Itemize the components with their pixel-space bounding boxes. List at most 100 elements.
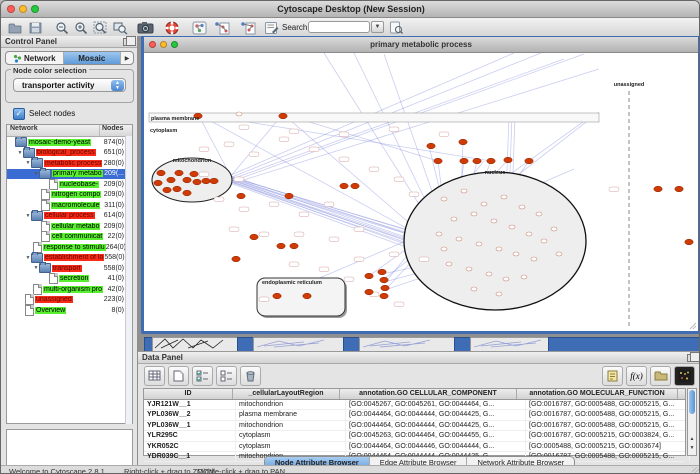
zoom-in-icon[interactable] xyxy=(72,20,89,35)
gene-node[interactable] xyxy=(173,186,181,192)
gene-node-small[interactable] xyxy=(451,217,457,221)
tree-row[interactable]: ▼biological_process651(0) xyxy=(7,148,132,159)
node-label-pill[interactable] xyxy=(609,187,619,192)
node-label-pill[interactable] xyxy=(309,147,319,152)
gene-node-small[interactable] xyxy=(551,227,557,231)
table-cell[interactable]: [GO:0044464, GO:0044444, GO:0044425, G..… xyxy=(346,410,526,419)
gene-node-small[interactable] xyxy=(531,257,537,261)
gene-node[interactable] xyxy=(380,277,388,283)
gene-node[interactable] xyxy=(285,193,293,199)
tree-header[interactable]: Network Nodes xyxy=(7,125,132,137)
gene-node-small[interactable] xyxy=(446,262,452,266)
tree-scrollbar[interactable] xyxy=(125,136,132,424)
tree-row[interactable]: unassigned223(0) xyxy=(7,295,132,306)
gene-node-small[interactable] xyxy=(476,242,482,246)
layout-b-icon[interactable] xyxy=(239,20,256,35)
tree-row[interactable]: multi-organism pro42(0) xyxy=(7,284,132,295)
node-label-pill[interactable] xyxy=(259,297,269,302)
zoom-fit-icon[interactable] xyxy=(92,20,109,35)
node-label-pill[interactable] xyxy=(354,227,364,232)
table-cell[interactable]: mitochondrion xyxy=(236,400,346,409)
table-row[interactable]: YLR295Ccytoplasm[GO:0045263, GO:0044464,… xyxy=(144,431,685,441)
table-row[interactable]: YPL036W__1mitochondrion[GO:0044464, GO:0… xyxy=(144,421,685,431)
tree-row[interactable]: Overview8(0) xyxy=(7,305,132,316)
node-label-pill[interactable] xyxy=(389,127,399,132)
gene-node-small[interactable] xyxy=(541,239,547,243)
tab-mosaic[interactable]: Mosaic xyxy=(64,52,122,64)
gene-node-small[interactable] xyxy=(471,287,477,291)
gene-node[interactable] xyxy=(237,193,245,199)
zoom-selected-icon[interactable] xyxy=(112,20,129,35)
gene-node[interactable] xyxy=(193,179,201,185)
table-scrollbar-arrows[interactable]: ▲▼ xyxy=(688,435,696,453)
title-bar[interactable]: Cytoscape Desktop (New Session) xyxy=(1,1,700,18)
network-frame-titlebar[interactable]: primary metabolic process xyxy=(144,37,698,53)
network-view-frame[interactable]: primary metabolic process plasma membran… xyxy=(141,36,700,334)
select-attributes-icon[interactable] xyxy=(192,366,213,386)
table-cell[interactable]: [GO:0045263, GO:0044464, GO:0044455, G..… xyxy=(346,431,526,440)
col-go-cellular-component[interactable]: annotation.GO CELLULAR_COMPONENT xyxy=(340,389,517,399)
node-label-pill[interactable] xyxy=(214,197,224,202)
gene-node-small[interactable] xyxy=(509,225,515,229)
zoom-out-icon[interactable] xyxy=(53,20,70,35)
gene-node-small[interactable] xyxy=(461,189,467,193)
network-canvas[interactable]: plasma membranecytoplasmmitochondrionnuc… xyxy=(144,53,698,331)
node-label-pill[interactable] xyxy=(394,177,404,182)
node-label-pill[interactable] xyxy=(269,202,279,207)
gene-node-small[interactable] xyxy=(466,267,472,271)
node-label-pill[interactable] xyxy=(239,125,249,130)
gene-node-small[interactable] xyxy=(519,205,525,209)
table-row[interactable]: YKR052Ccytoplasm[GO:0044464, GO:0044446,… xyxy=(144,442,685,452)
node-label-pill[interactable] xyxy=(234,177,244,182)
gene-node-small[interactable] xyxy=(521,275,527,279)
node-label-pill[interactable] xyxy=(289,129,299,134)
background-frame-thumbnail[interactable] xyxy=(359,337,456,351)
node-label-pill[interactable] xyxy=(354,257,364,262)
gene-node[interactable] xyxy=(154,180,162,186)
gene-node[interactable] xyxy=(277,243,285,249)
table-cell[interactable]: [GO:0044464, GO:0044446, GO:0044444, G..… xyxy=(346,442,526,451)
table-cell[interactable]: [GO:0016787, GO:0005488, GO:0005215, G..… xyxy=(526,410,690,419)
network-view-icon[interactable] xyxy=(191,20,208,35)
background-frame-thumbnail[interactable] xyxy=(152,337,239,351)
table-cell[interactable]: mitochondrion xyxy=(236,421,346,430)
tree-row[interactable]: macromolecule311(0) xyxy=(7,200,132,211)
table-cell[interactable]: plasma membrane xyxy=(236,410,346,419)
tree-row[interactable]: ▼cellular process614(0) xyxy=(7,211,132,222)
node-label-pill[interactable] xyxy=(289,262,299,267)
gene-node-small[interactable] xyxy=(486,272,492,276)
table-cell[interactable]: [GO:0005488, GO:0005215, GO:0003674] xyxy=(526,442,690,451)
col-go-molecular-function[interactable]: annotation.GO MOLECULAR_FUNCTION xyxy=(517,389,678,399)
gene-node-small[interactable] xyxy=(236,112,242,116)
gene-node[interactable] xyxy=(250,234,258,240)
delete-attribute-icon[interactable] xyxy=(240,366,261,386)
col-cellular-layout-region[interactable]: _cellularLayoutRegion xyxy=(233,389,340,399)
gene-node[interactable] xyxy=(157,170,165,176)
node-label-pill[interactable] xyxy=(199,172,209,177)
gene-node[interactable] xyxy=(183,190,191,196)
table-cell[interactable]: [GO:0044464, GO:0044444, GO:0044425, G..… xyxy=(346,421,526,430)
gene-node[interactable] xyxy=(434,158,442,164)
background-frame-thumbnail[interactable] xyxy=(253,337,345,351)
attribute-table-header[interactable]: ID _cellularLayoutRegion annotation.GO C… xyxy=(144,389,685,400)
gene-node[interactable] xyxy=(290,243,298,249)
tree-row[interactable]: response to stimulu264(0) xyxy=(7,242,132,253)
gene-node-small[interactable] xyxy=(503,277,509,281)
tree-row[interactable]: cellular metabo209(0) xyxy=(7,221,132,232)
gene-node[interactable] xyxy=(460,158,468,164)
layout-a-icon[interactable] xyxy=(213,20,230,35)
table-cell[interactable]: cytoplasm xyxy=(236,442,346,451)
table-mode-icon[interactable] xyxy=(144,366,165,386)
node-label-pill[interactable] xyxy=(409,192,419,197)
gene-node-small[interactable] xyxy=(513,252,519,256)
node-label-pill[interactable] xyxy=(439,132,449,137)
node-color-dropdown[interactable]: transporter activity ▲▼ xyxy=(13,78,126,92)
gene-node-small[interactable] xyxy=(526,232,532,236)
node-label-pill[interactable] xyxy=(344,277,354,282)
resize-grip[interactable] xyxy=(692,467,700,474)
snapshot-camera-icon[interactable] xyxy=(137,20,154,35)
gene-node[interactable] xyxy=(381,285,389,291)
gene-node[interactable] xyxy=(163,187,171,193)
tree-row[interactable]: ▼metabolic process280(0) xyxy=(7,158,132,169)
tree-col-network[interactable]: Network xyxy=(7,125,100,136)
